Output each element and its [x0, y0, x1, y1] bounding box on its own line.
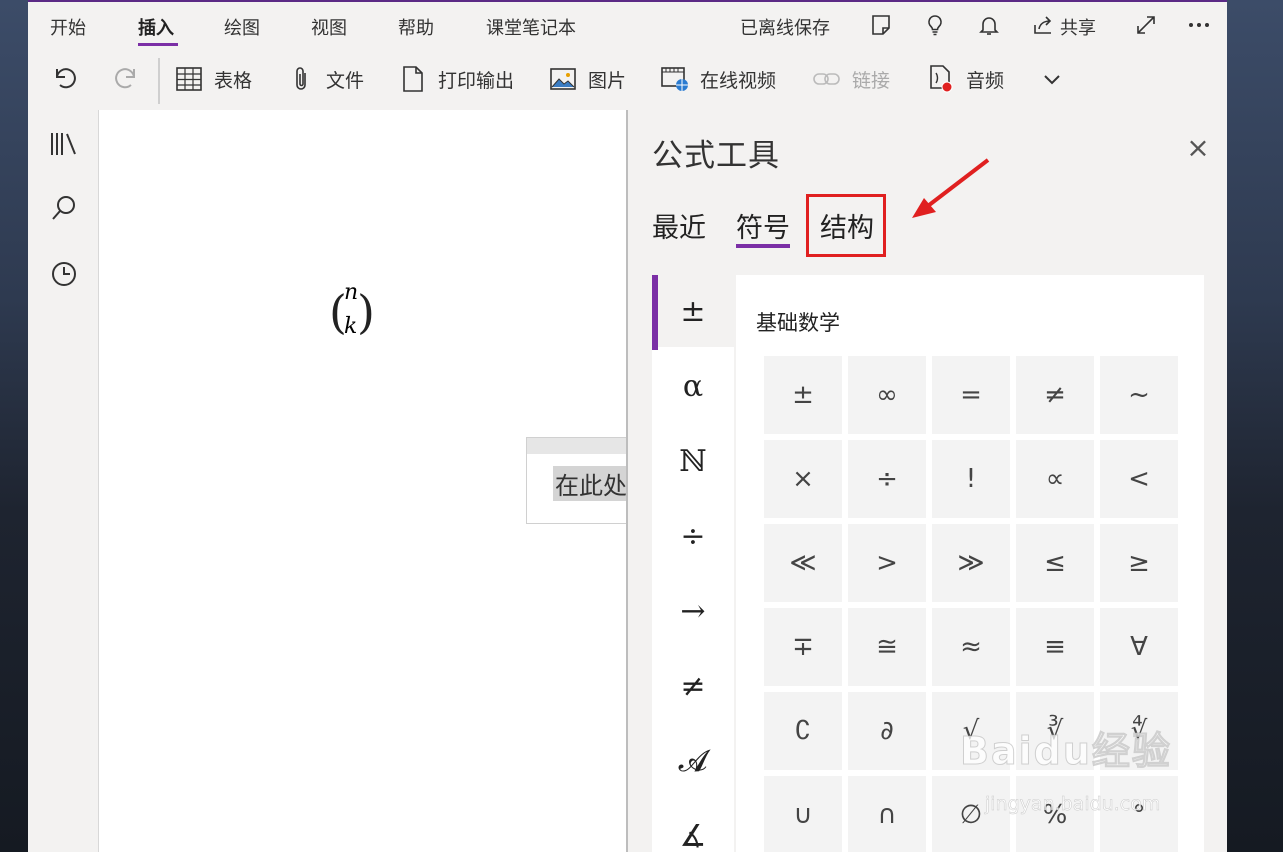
- picture-icon: [548, 64, 578, 94]
- symbol-button[interactable]: ≡: [1016, 608, 1094, 686]
- file-label: 文件: [326, 69, 365, 92]
- section-title: 基础数学: [756, 311, 840, 335]
- symbol-button[interactable]: <: [1100, 440, 1178, 518]
- document-icon: [398, 64, 428, 94]
- tab-view[interactable]: 视图: [311, 14, 347, 40]
- symbol-button[interactable]: ÷: [848, 440, 926, 518]
- printout-label: 打印输出: [438, 69, 515, 92]
- symbol-button[interactable]: ≠: [1016, 356, 1094, 434]
- paperclip-icon: [286, 64, 316, 94]
- symbol-button[interactable]: ∝: [1016, 440, 1094, 518]
- file-button[interactable]: 文件: [286, 64, 364, 94]
- category-plus-minus[interactable]: ±: [652, 275, 734, 347]
- symbol-button[interactable]: ≫: [932, 524, 1010, 602]
- symbol-button[interactable]: ±: [764, 356, 842, 434]
- symbol-button[interactable]: !: [932, 440, 1010, 518]
- active-tab-underline: [138, 43, 178, 46]
- sync-status[interactable]: 已离线保存: [740, 14, 830, 40]
- sticky-notes-icon[interactable]: [868, 12, 894, 38]
- equation-input-box[interactable]: 在此处: [526, 437, 638, 524]
- lightbulb-icon[interactable]: [922, 12, 948, 38]
- link-label: 链接: [852, 69, 891, 92]
- symbol-button[interactable]: ∀: [1100, 608, 1178, 686]
- symbol-button[interactable]: ≥: [1100, 524, 1178, 602]
- share-button[interactable]: 共享: [1060, 14, 1096, 40]
- audio-label: 音频: [966, 69, 1005, 92]
- symbol-button[interactable]: ∞: [848, 356, 926, 434]
- category-geometry[interactable]: ∡: [652, 800, 734, 852]
- symbol-button[interactable]: ≅: [848, 608, 926, 686]
- symbol-category-list: ± α ℕ ÷ → ≠ 𝓐 ∡: [652, 275, 734, 852]
- symbol-button[interactable]: ∓: [764, 608, 842, 686]
- equation-bottom: k: [344, 314, 358, 339]
- printout-button[interactable]: 打印输出: [398, 64, 514, 94]
- tab-class-notebook[interactable]: 课堂笔记本: [486, 14, 576, 40]
- tab-symbols[interactable]: 符号: [736, 206, 790, 245]
- audio-record-icon: [926, 64, 956, 94]
- undo-icon[interactable]: [50, 62, 80, 92]
- table-label: 表格: [214, 69, 253, 92]
- symbol-button[interactable]: ∩: [848, 776, 926, 852]
- more-options-icon[interactable]: [1186, 12, 1212, 38]
- category-greek[interactable]: α: [652, 350, 734, 422]
- tab-home[interactable]: 开始: [50, 14, 86, 40]
- page-canvas[interactable]: ( n k ) 在此处: [99, 110, 638, 852]
- symbol-button[interactable]: ∁: [764, 692, 842, 770]
- audio-button[interactable]: 音频: [926, 64, 1004, 94]
- symbols-tab-underline: [736, 244, 790, 248]
- tab-recent[interactable]: 最近: [652, 206, 706, 245]
- category-arrows[interactable]: →: [652, 575, 734, 647]
- right-paren: ): [357, 285, 375, 339]
- active-category-indicator: [652, 275, 658, 350]
- symbol-button[interactable]: ≈: [932, 608, 1010, 686]
- picture-button[interactable]: 图片: [548, 64, 626, 94]
- table-button[interactable]: 表格: [174, 64, 252, 94]
- ribbon: 开始 插入 绘图 视图 帮助 课堂笔记本 已离线保存 共享 表格 文件 打印输出…: [28, 2, 1227, 111]
- watermark-url: jingyan.baidu.com: [985, 793, 1161, 816]
- category-operators[interactable]: ÷: [652, 500, 734, 572]
- equation-box-header: [527, 438, 637, 454]
- panel-title: 公式工具: [652, 138, 780, 174]
- online-video-button[interactable]: 在线视频: [660, 64, 776, 94]
- symbol-button[interactable]: =: [932, 356, 1010, 434]
- symbol-button[interactable]: ≪: [764, 524, 842, 602]
- share-icon[interactable]: [1030, 12, 1056, 38]
- close-icon[interactable]: ×: [1183, 131, 1213, 164]
- equation-placeholder[interactable]: 在此处: [553, 466, 629, 501]
- tab-draw[interactable]: 绘图: [224, 14, 260, 40]
- toolbar-separator: [158, 58, 160, 104]
- watermark-brand: Baidu经验: [960, 729, 1172, 774]
- recent-clock-icon[interactable]: [48, 258, 80, 290]
- online-video-icon: [660, 64, 690, 94]
- online-video-label: 在线视频: [700, 69, 777, 92]
- picture-label: 图片: [588, 69, 627, 92]
- chevron-down-icon[interactable]: [1039, 66, 1065, 92]
- search-icon[interactable]: [48, 192, 80, 224]
- tab-help[interactable]: 帮助: [398, 14, 434, 40]
- symbol-button[interactable]: ∂: [848, 692, 926, 770]
- symbol-button[interactable]: ∪: [764, 776, 842, 852]
- category-negated-relations[interactable]: ≠: [652, 650, 734, 722]
- link-button[interactable]: 链接: [812, 64, 890, 94]
- annotation-arrow: [912, 158, 990, 218]
- category-scripts[interactable]: 𝓐: [652, 725, 734, 797]
- category-letterlike[interactable]: ℕ: [652, 425, 734, 497]
- notebooks-icon[interactable]: [48, 128, 80, 160]
- symbol-button[interactable]: ~: [1100, 356, 1178, 434]
- symbol-button[interactable]: ≤: [1016, 524, 1094, 602]
- table-icon: [174, 64, 204, 94]
- bell-icon[interactable]: [976, 12, 1002, 38]
- symbol-button[interactable]: >: [848, 524, 926, 602]
- tab-insert[interactable]: 插入: [138, 14, 174, 40]
- annotation-highlight-box: [806, 194, 886, 257]
- symbol-button[interactable]: ×: [764, 440, 842, 518]
- navigation-rail: [28, 110, 99, 852]
- redo-icon[interactable]: [111, 62, 141, 92]
- link-icon: [812, 64, 842, 94]
- expand-icon[interactable]: [1133, 12, 1159, 38]
